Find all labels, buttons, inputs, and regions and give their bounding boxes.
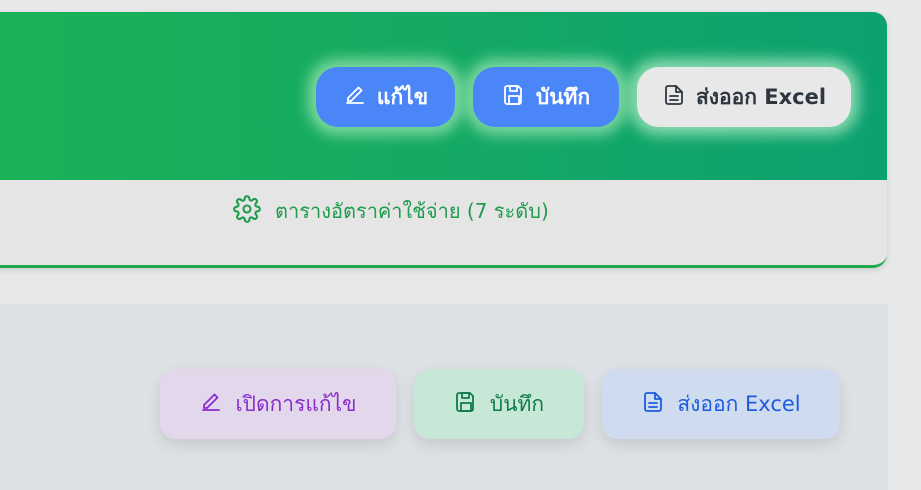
- rate-table-title: ตารางอัตราค่าใช้จ่าย (7 ระดับ): [233, 194, 549, 228]
- open-edit-label: เปิดการแก้ไข: [235, 391, 357, 416]
- rate-table-card: [0, 12, 887, 268]
- document-icon: [641, 390, 665, 419]
- edit-button-label: แก้ไข: [376, 84, 429, 109]
- export-excel-label: ส่งออก Excel: [695, 84, 827, 109]
- export-excel-action-label: ส่งออก Excel: [677, 391, 801, 416]
- edit-button[interactable]: แก้ไข: [316, 67, 455, 127]
- gear-icon: [233, 194, 261, 228]
- pencil-icon: [199, 390, 223, 419]
- save-button-label: บันทึก: [535, 84, 591, 109]
- save-icon: [502, 83, 526, 112]
- export-excel-button[interactable]: ส่งออก Excel: [637, 67, 851, 127]
- save-icon: [454, 390, 478, 419]
- export-excel-action-button[interactable]: ส่งออก Excel: [602, 369, 840, 439]
- rate-table-label: ตารางอัตราค่าใช้จ่าย (7 ระดับ): [275, 199, 549, 223]
- save-action-button[interactable]: บันทึก: [414, 369, 584, 439]
- save-action-label: บันทึก: [489, 391, 545, 416]
- document-icon: [662, 83, 686, 112]
- open-edit-button[interactable]: เปิดการแก้ไข: [160, 369, 396, 439]
- pencil-icon: [343, 83, 367, 112]
- save-button[interactable]: บันทึก: [473, 67, 619, 127]
